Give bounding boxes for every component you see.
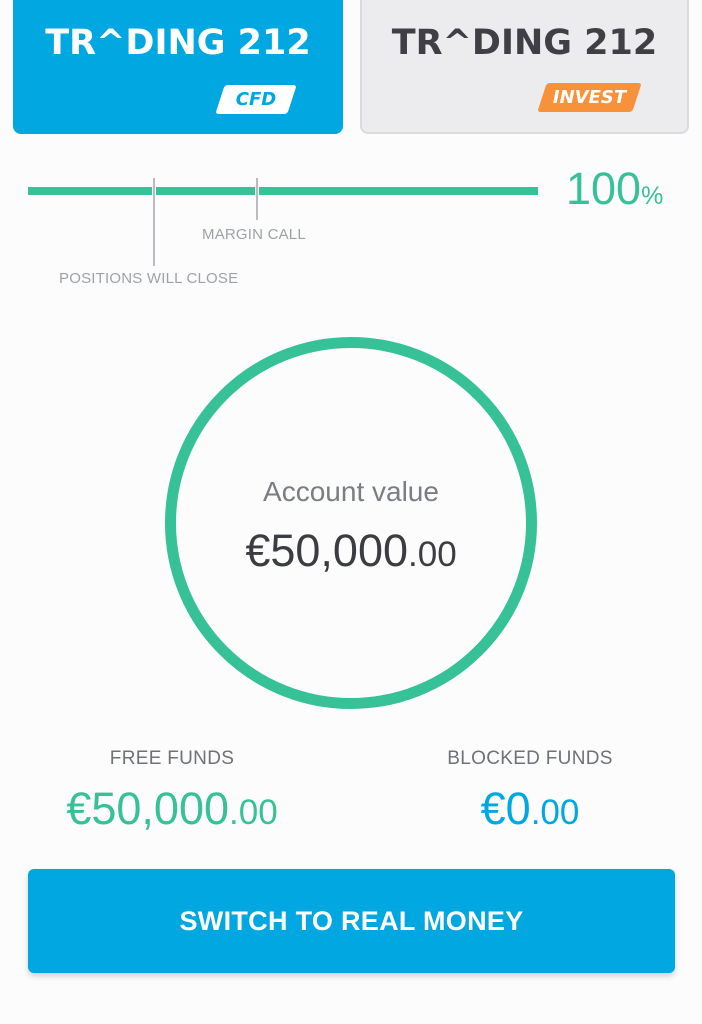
account-value-ring [165, 337, 537, 709]
account-value-title: Account value [263, 476, 439, 507]
invest-badge: INVEST [537, 83, 642, 112]
margin-level-bar [28, 187, 538, 195]
free-funds-main: €50,000 [66, 783, 229, 834]
blocked-funds-label: BLOCKED FUNDS [447, 748, 613, 769]
blocked-funds-main: €0 [480, 783, 531, 834]
tab-cfd[interactable]: TR^DING 212 [13, 0, 343, 134]
positions-close-marker [153, 178, 155, 266]
free-funds-amount: €50,000.00 [22, 783, 322, 835]
switch-to-real-money-button[interactable]: SWITCH TO REAL MONEY [28, 869, 675, 973]
free-funds-label: FREE FUNDS [109, 748, 235, 769]
account-value-main: €50,000 [245, 525, 408, 576]
blocked-funds-amount: €0.00 [430, 783, 630, 835]
margin-call-marker [256, 178, 258, 220]
account-value-cents: .00 [408, 535, 457, 574]
cfd-badge-label: CFD [235, 89, 277, 110]
margin-level-sign: % [641, 182, 664, 210]
free-funds-cents: .00 [229, 793, 278, 832]
margin-level-percent: 100% [566, 166, 663, 211]
positions-close-label: POSITIONS WILL CLOSE [59, 270, 239, 287]
cfd-badge: CFD [215, 85, 297, 114]
margin-call-label: MARGIN CALL [202, 226, 306, 243]
switch-button-label: SWITCH TO REAL MONEY [179, 905, 524, 936]
blocked-funds-cents: .00 [530, 793, 580, 832]
account-value-amount: €50,000.00 [165, 525, 537, 577]
margin-level-value: 100 [566, 163, 642, 214]
tab-invest[interactable]: TR^DING 212 [360, 0, 689, 134]
trading212-logo: TR^DING 212 [391, 23, 658, 63]
invest-badge-label: INVEST [552, 87, 627, 108]
trading212-logo: TR^DING 212 [45, 23, 311, 63]
